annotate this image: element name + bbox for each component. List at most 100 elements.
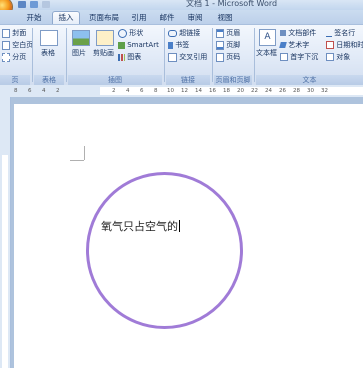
ruler-tick: 12 [181,88,188,94]
tab-view[interactable]: 视图 [214,12,236,24]
redo-icon[interactable] [42,1,50,8]
ruler-tick: 32 [321,88,328,94]
ruler-tick: 28 [293,88,300,94]
quick-parts-button[interactable]: 文档部件 [280,28,316,38]
group-label-links: 链接 [166,75,210,85]
quick-parts-label: 文档部件 [288,29,317,37]
bookmark-icon [168,41,173,49]
footer-button[interactable]: 页脚 [216,40,240,50]
document-text[interactable]: 氧气只占空气的 [101,218,180,234]
object-icon [326,53,334,61]
page-break-button[interactable]: 分页 [2,52,26,62]
wordart-icon [279,42,287,48]
header-icon [216,28,224,38]
page-number-button[interactable]: 页码 [216,52,240,62]
ruler-tick: 24 [265,88,272,94]
ruler-tick: 14 [195,88,202,94]
margin-corner-mark [70,160,84,161]
header-label: 页眉 [226,29,241,37]
clipart-icon[interactable] [96,30,114,46]
save-icon[interactable] [18,1,26,8]
ruler-tick: 6 [28,88,32,94]
cover-page-label: 封面 [12,29,27,37]
group-label-tables: 表格 [34,75,64,85]
tab-mailings[interactable]: 邮件 [156,12,178,24]
footer-label: 页脚 [226,41,241,49]
tab-home[interactable]: 开始 [22,12,46,24]
header-button[interactable]: 页眉 [216,28,240,38]
chart-label: 图表 [127,53,142,61]
hyperlink-icon [168,29,177,37]
clipart-button[interactable]: 剪贴画 [93,48,114,58]
bookmark-button[interactable]: 书签 [168,40,189,50]
separator [32,28,33,82]
group-text: A 文本框 文档部件 艺术字 首字下沉 签名行 日期和时间 对象 文本 [256,25,363,85]
group-pages: 封面 空白页 分页 页 [0,25,33,85]
picture-icon[interactable] [72,30,90,46]
hyperlink-button[interactable]: 超链接 [168,28,200,38]
ribbon: 封面 空白页 分页 页 表格 表格 图片 剪贴画 形状 SmartArt 图表 … [0,24,363,86]
wordart-label: 艺术字 [288,41,310,49]
document-text-content: 氧气只占空气的 [101,220,178,233]
table-icon[interactable] [40,30,58,46]
ruler-tick: 6 [140,88,144,94]
separator [66,28,67,82]
tab-page-layout[interactable]: 页面布局 [84,12,124,24]
shapes-button[interactable]: 形状 [118,28,143,38]
ruler-tick: 8 [154,88,158,94]
ruler-tick: 4 [42,88,46,94]
undo-icon[interactable] [30,1,38,8]
object-label: 对象 [336,53,351,61]
ruler-active-area [2,155,8,368]
picture-button[interactable]: 图片 [72,48,86,58]
quick-parts-icon [280,30,286,36]
date-time-icon [326,41,334,49]
separator [212,28,213,82]
textbox-button[interactable]: 文本框 [256,48,277,58]
window-title: 文档 1 - Microsoft Word [186,0,278,8]
separator [164,28,165,82]
circle-shape[interactable] [86,172,243,329]
signature-line-button[interactable]: 签名行 [326,28,355,38]
separator [254,28,255,82]
wordart-button[interactable]: 艺术字 [279,40,310,50]
date-time-label: 日期和时间 [336,41,363,49]
margin-corner-mark [84,146,85,160]
ruler-tick: 30 [307,88,314,94]
ruler-tick: 4 [126,88,130,94]
smartart-button[interactable]: SmartArt [118,40,159,50]
ribbon-tabs: 开始 插入 页面布局 引用 邮件 审阅 视图 [0,10,363,25]
table-button[interactable]: 表格 [41,48,55,58]
tab-references[interactable]: 引用 [128,12,150,24]
tab-insert[interactable]: 插入 [52,11,80,25]
ruler-tick: 26 [279,88,286,94]
ruler-tick: 10 [167,88,174,94]
date-time-button[interactable]: 日期和时间 [326,40,363,50]
textbox-icon[interactable]: A [259,29,276,46]
vertical-ruler[interactable] [0,97,11,368]
group-label-pages: 页 [0,75,30,85]
blank-page-button[interactable]: 空白页 [2,40,33,50]
shapes-icon [118,28,127,38]
group-label-header-footer: 页眉和页脚 [214,75,252,85]
group-links: 超链接 书签 交叉引用 链接 [166,25,210,85]
cover-page-button[interactable]: 封面 [2,28,26,38]
smartart-label: SmartArt [127,41,159,49]
ruler-tick: 22 [251,88,258,94]
ruler-tick: 20 [237,88,244,94]
cross-reference-button[interactable]: 交叉引用 [168,52,207,62]
ruler-tick: 2 [56,88,60,94]
blank-page-icon [2,40,10,50]
signature-line-icon [326,30,332,37]
group-header-footer: 页眉 页脚 页码 页眉和页脚 [214,25,252,85]
ruler-tick: 8 [14,88,18,94]
drop-cap-label: 首字下沉 [290,53,319,61]
chart-button[interactable]: 图表 [118,52,141,62]
page-number-icon [216,52,224,62]
object-button[interactable]: 对象 [326,52,350,62]
footer-icon [216,40,224,50]
tab-review[interactable]: 审阅 [184,12,206,24]
group-label-illustrations: 插图 [68,75,162,85]
drop-cap-button[interactable]: 首字下沉 [280,52,318,62]
shapes-label: 形状 [129,29,144,37]
